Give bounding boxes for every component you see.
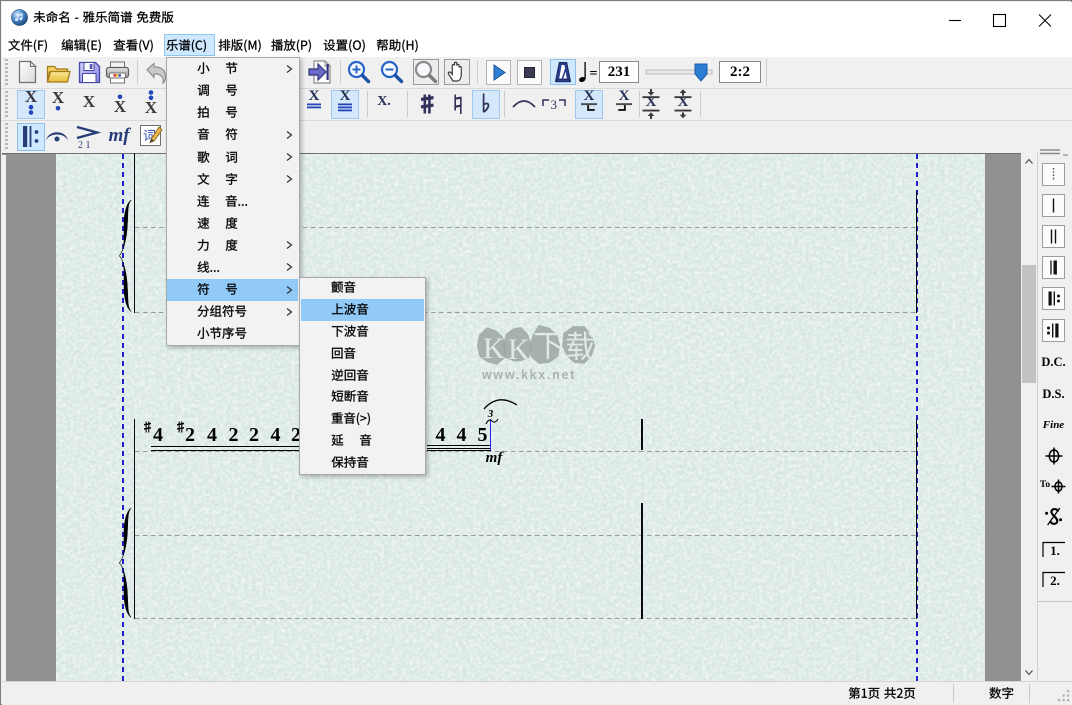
svg-text:3: 3 xyxy=(551,97,558,112)
svg-text:K: K xyxy=(483,332,505,365)
svg-text:2 1: 2 1 xyxy=(78,140,91,150)
svg-text:=: = xyxy=(590,67,598,82)
svg-text:K: K xyxy=(508,333,530,366)
